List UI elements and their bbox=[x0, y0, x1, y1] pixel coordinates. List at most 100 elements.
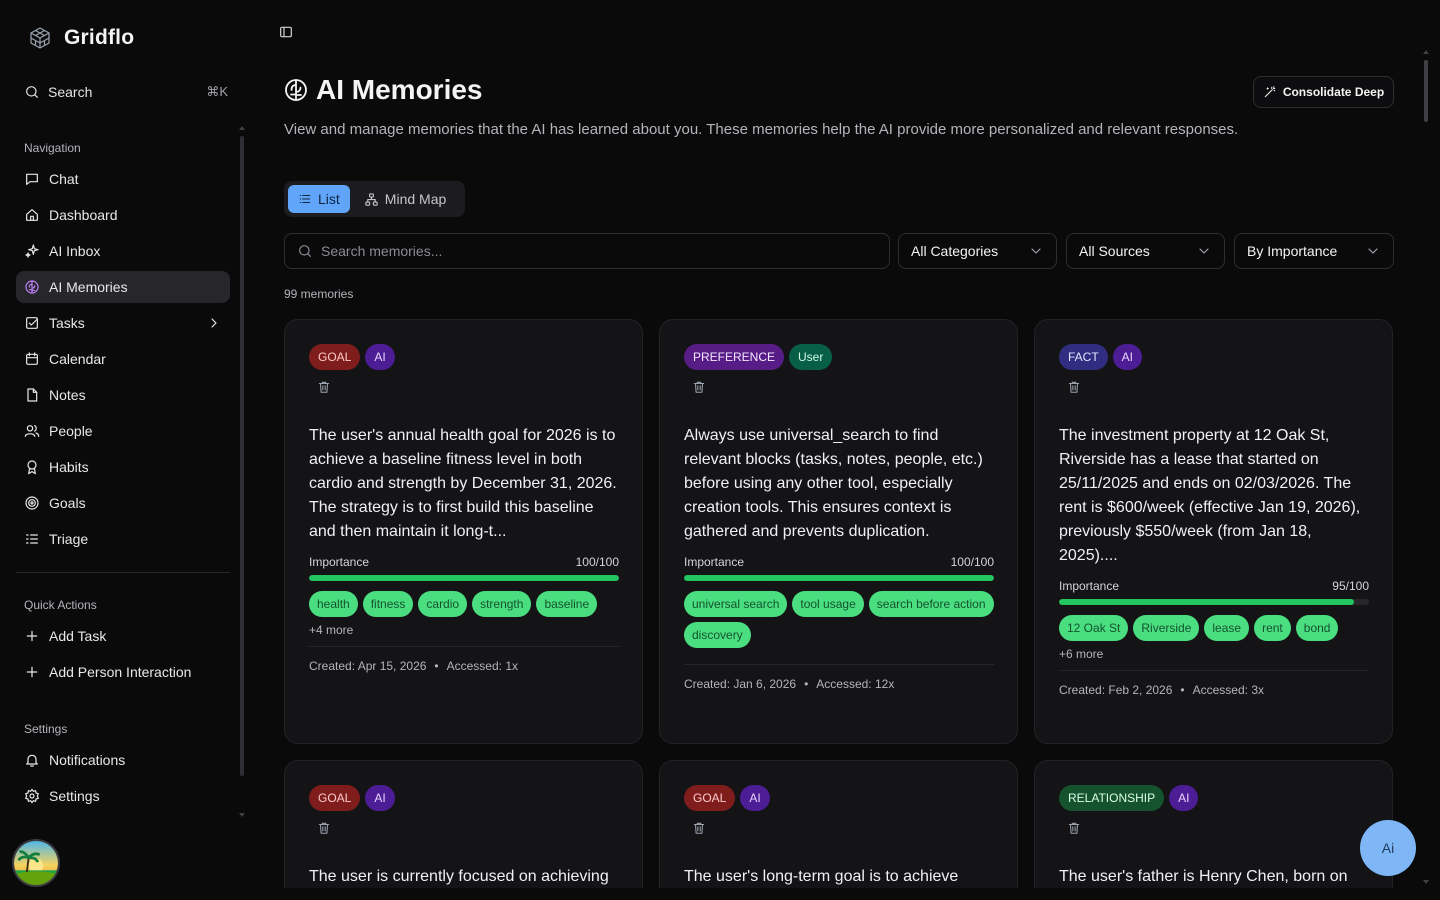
avatar[interactable] bbox=[12, 839, 60, 887]
sidebar-item-label: AI Memories bbox=[49, 279, 128, 295]
sidebar-item-calendar[interactable]: Calendar bbox=[16, 343, 230, 375]
main-scroll-down[interactable] bbox=[1423, 880, 1429, 884]
memory-card[interactable]: FACT AI The investment property at 12 Oa… bbox=[1034, 319, 1393, 744]
tag-chip[interactable]: baseline bbox=[536, 591, 598, 617]
sidebar-item-label: Habits bbox=[49, 459, 89, 475]
consolidate-deep-button[interactable]: Consolidate Deep bbox=[1253, 76, 1394, 108]
importance-bar bbox=[309, 575, 619, 581]
tag-chip[interactable]: lease bbox=[1204, 615, 1250, 641]
tab-list[interactable]: List bbox=[288, 185, 350, 213]
sidebar-item-label: Notifications bbox=[49, 752, 126, 768]
card-divider bbox=[309, 646, 619, 647]
tag-chip[interactable]: strength bbox=[472, 591, 532, 617]
note-icon bbox=[24, 387, 40, 403]
importance-label: Importance bbox=[684, 555, 745, 569]
memory-card[interactable]: GOAL AI The user's long-term goal is to … bbox=[659, 760, 1018, 900]
view-toggle: List Mind Map bbox=[284, 181, 465, 217]
sidebar-item-settings[interactable]: Settings bbox=[16, 780, 230, 812]
sidebar-item-dashboard[interactable]: Dashboard bbox=[16, 199, 230, 231]
list-filter-icon bbox=[24, 531, 40, 547]
add-person-interaction-button[interactable]: Add Person Interaction bbox=[16, 656, 230, 688]
delete-icon[interactable] bbox=[692, 821, 706, 835]
sidebar-item-chat[interactable]: Chat bbox=[16, 163, 230, 195]
delete-icon[interactable] bbox=[317, 380, 331, 394]
chevron-down-icon bbox=[1196, 243, 1212, 259]
memory-card[interactable]: GOAL AI The user's annual health goal fo… bbox=[284, 319, 643, 744]
category-badge: PREFERENCE bbox=[684, 344, 785, 370]
tag-chip[interactable]: Riverside bbox=[1133, 615, 1200, 641]
importance-value: 100/100 bbox=[575, 555, 619, 569]
source-select-value: All Sources bbox=[1079, 243, 1150, 259]
main-scrollbar[interactable] bbox=[1424, 60, 1428, 122]
tag-chip[interactable]: search before action bbox=[868, 591, 994, 617]
quick-actions-title: Quick Actions bbox=[24, 598, 97, 612]
ai-assistant-label: Ai bbox=[1381, 840, 1395, 856]
memory-content: The user's long-term goal is to achieve bbox=[684, 868, 959, 885]
tag-chip[interactable]: cardio bbox=[418, 591, 468, 617]
sidebar-scroll-up[interactable] bbox=[239, 126, 245, 130]
tag-chip[interactable]: fitness bbox=[362, 591, 414, 617]
gear-icon bbox=[24, 788, 40, 804]
people-icon bbox=[24, 423, 40, 439]
brand[interactable]: Gridflo bbox=[28, 26, 134, 50]
tag-chip[interactable]: health bbox=[309, 591, 358, 617]
sidebar-item-habits[interactable]: Habits bbox=[16, 451, 230, 483]
sidebar-item-notifications[interactable]: Notifications bbox=[16, 744, 230, 776]
meta-separator: • bbox=[434, 659, 439, 673]
sidebar-item-tasks[interactable]: Tasks bbox=[16, 307, 230, 339]
chevron-right-icon[interactable] bbox=[206, 315, 222, 331]
source-select[interactable]: All Sources bbox=[1066, 233, 1225, 269]
add-task-button[interactable]: Add Task bbox=[16, 620, 230, 652]
sidebar-item-label: Calendar bbox=[49, 351, 106, 367]
memory-content: The user's annual health goal for 2026 i… bbox=[309, 427, 617, 540]
ai-assistant-button[interactable]: Ai bbox=[1360, 820, 1416, 876]
delete-icon[interactable] bbox=[317, 821, 331, 835]
sidebar-toggle-button[interactable] bbox=[278, 24, 294, 40]
sidebar-item-label: Goals bbox=[49, 495, 86, 511]
sidebar-item-notes[interactable]: Notes bbox=[16, 379, 230, 411]
tag-chip[interactable]: tool usage bbox=[792, 591, 864, 617]
memory-content: The user is currently focused on achievi… bbox=[309, 868, 609, 885]
delete-icon[interactable] bbox=[1067, 380, 1081, 394]
sidebar-item-label: Tasks bbox=[49, 315, 85, 331]
sidebar-scrollbar[interactable] bbox=[240, 136, 244, 776]
settings-nav: Notifications Settings bbox=[16, 744, 230, 816]
sidebar-search[interactable]: Search ⌘K bbox=[24, 80, 228, 104]
memory-card[interactable]: GOAL AI The user is currently focused on… bbox=[284, 760, 643, 900]
tag-chip[interactable]: discovery bbox=[684, 622, 751, 648]
main-scroll-up[interactable] bbox=[1423, 50, 1429, 54]
sidebar-scroll-down[interactable] bbox=[239, 813, 245, 817]
tag-chip[interactable]: rent bbox=[1254, 615, 1291, 641]
quick-action-label: Add Task bbox=[49, 628, 107, 644]
importance-label: Importance bbox=[1059, 579, 1120, 593]
sidebar-item-ai-inbox[interactable]: AI Inbox bbox=[16, 235, 230, 267]
importance-value: 100/100 bbox=[950, 555, 994, 569]
category-select[interactable]: All Categories bbox=[898, 233, 1057, 269]
sidebar-item-label: Triage bbox=[49, 531, 89, 547]
list-icon bbox=[298, 192, 312, 206]
magic-wand-icon bbox=[1263, 85, 1277, 99]
sidebar-item-triage[interactable]: Triage bbox=[16, 523, 230, 555]
sort-select[interactable]: By Importance bbox=[1234, 233, 1394, 269]
tab-mind-map[interactable]: Mind Map bbox=[354, 185, 456, 213]
sidebar-item-label: People bbox=[49, 423, 93, 439]
sidebar-item-ai-memories[interactable]: AI Memories bbox=[16, 271, 230, 303]
chevron-down-icon bbox=[1365, 243, 1381, 259]
tag-chip[interactable]: universal search bbox=[684, 591, 788, 617]
sidebar-item-goals[interactable]: Goals bbox=[16, 487, 230, 519]
delete-icon[interactable] bbox=[692, 380, 706, 394]
delete-icon[interactable] bbox=[1067, 821, 1081, 835]
more-tags[interactable]: +4 more bbox=[309, 623, 619, 637]
consolidate-deep-label: Consolidate Deep bbox=[1282, 85, 1385, 99]
sidebar-item-people[interactable]: People bbox=[16, 415, 230, 447]
sidebar-divider bbox=[16, 572, 230, 573]
more-tags[interactable]: +6 more bbox=[1059, 647, 1369, 661]
tag-chip[interactable]: bond bbox=[1295, 615, 1339, 641]
memory-card[interactable]: PREFERENCE User Always use universal_sea… bbox=[659, 319, 1018, 744]
search-input[interactable] bbox=[321, 243, 861, 259]
tag-chip[interactable]: 12 Oak St bbox=[1059, 615, 1129, 641]
card-divider bbox=[1059, 670, 1369, 671]
ribbon-icon bbox=[24, 459, 40, 475]
memory-card[interactable]: RELATIONSHIP AI The user's father is Hen… bbox=[1034, 760, 1393, 900]
settings-section-title: Settings bbox=[24, 722, 68, 736]
